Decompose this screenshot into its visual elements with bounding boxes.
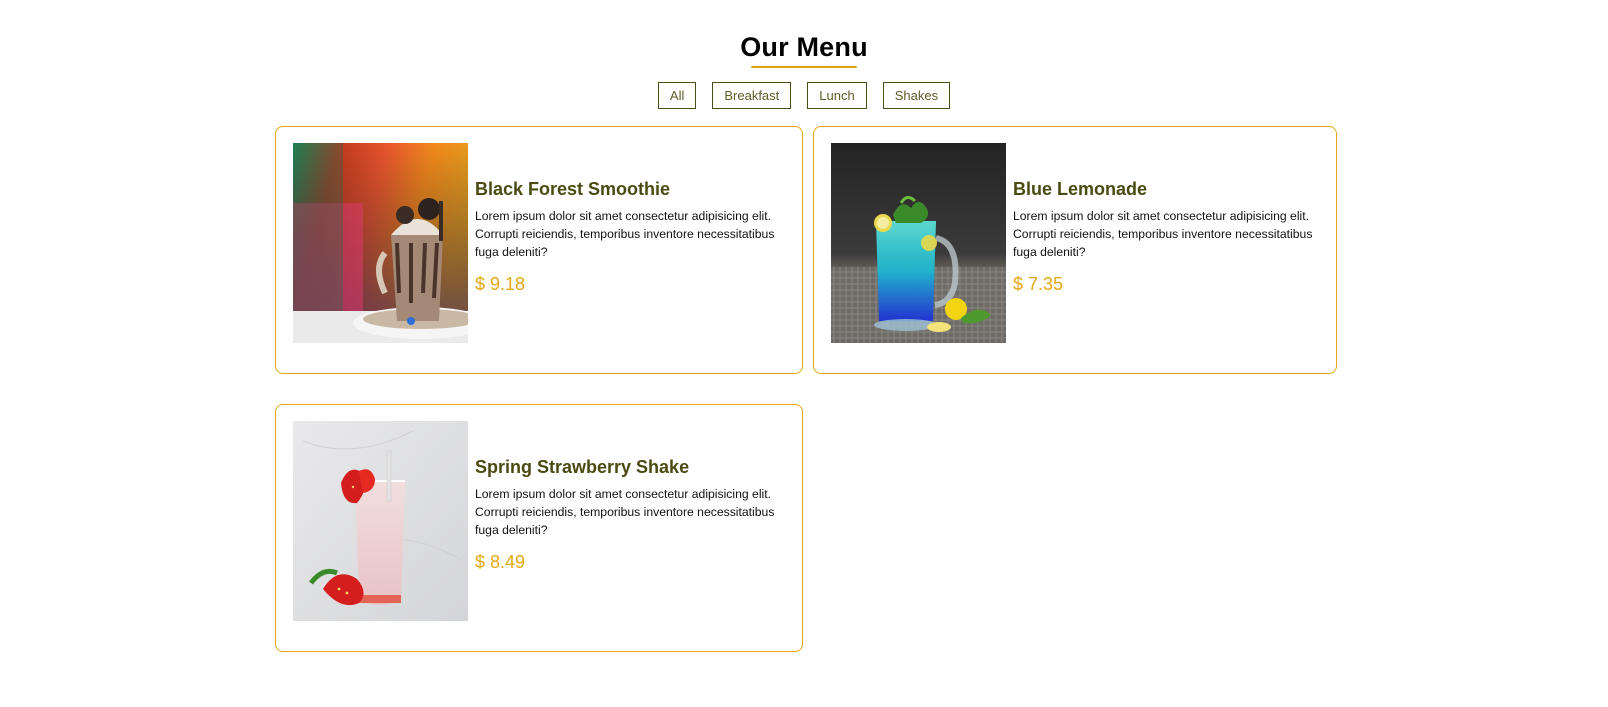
filter-shakes-button[interactable]: Shakes — [882, 82, 951, 109]
blue-lemonade-image — [831, 143, 1006, 343]
menu-item-card: Black Forest Smoothie Lorem ipsum dolor … — [275, 126, 803, 374]
menu-header: Our Menu — [0, 28, 1608, 68]
filter-all-button[interactable]: All — [657, 82, 697, 109]
filter-lunch-button[interactable]: Lunch — [807, 82, 867, 109]
title-underline — [751, 66, 857, 68]
menu-item-body: Black Forest Smoothie Lorem ipsum dolor … — [475, 177, 785, 296]
menu-item-name: Blue Lemonade — [1013, 179, 1148, 199]
menu-item-price: $ 8.49 — [475, 552, 526, 572]
menu-item-body: Spring Strawberry Shake Lorem ipsum dolo… — [475, 455, 785, 574]
black-forest-smoothie-image — [293, 143, 468, 343]
menu-item-description: Lorem ipsum dolor sit amet consectetur a… — [475, 487, 775, 537]
menu-item-description: Lorem ipsum dolor sit amet consectetur a… — [475, 209, 775, 259]
menu-item-body: Blue Lemonade Lorem ipsum dolor sit amet… — [1013, 177, 1323, 296]
filter-breakfast-button[interactable]: Breakfast — [712, 82, 792, 109]
menu-item-card: Blue Lemonade Lorem ipsum dolor sit amet… — [813, 126, 1337, 374]
page-title: Our Menu — [740, 32, 868, 62]
menu-item-name: Spring Strawberry Shake — [475, 457, 690, 477]
menu-item-price: $ 9.18 — [475, 274, 526, 294]
menu-item-name: Black Forest Smoothie — [475, 179, 671, 199]
menu-item-price: $ 7.35 — [1013, 274, 1064, 294]
strawberry-shake-image — [293, 421, 468, 621]
menu-item-description: Lorem ipsum dolor sit amet consectetur a… — [1013, 209, 1313, 259]
filter-bar: All Breakfast Lunch Shakes — [0, 82, 1608, 109]
menu-item-card: Spring Strawberry Shake Lorem ipsum dolo… — [275, 404, 803, 652]
